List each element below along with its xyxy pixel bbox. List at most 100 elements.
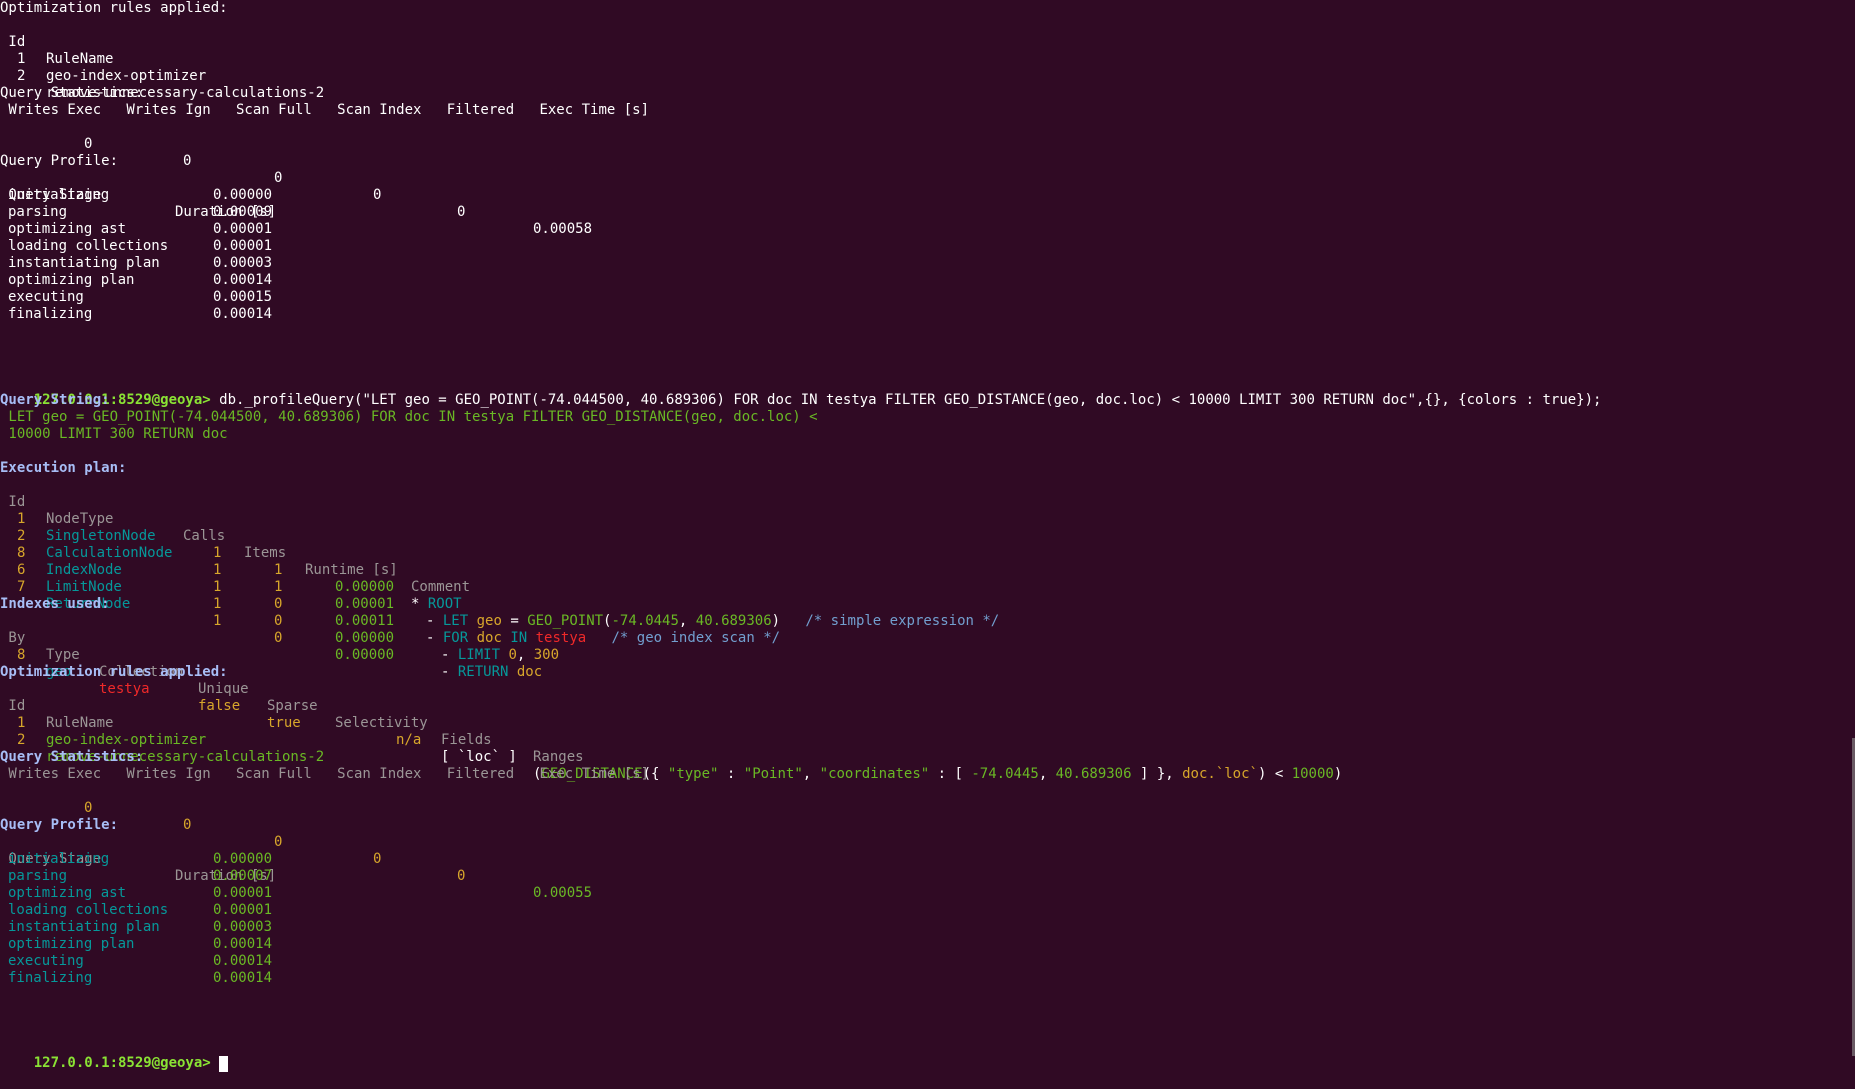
node-runtime: 0.00000 xyxy=(335,630,395,646)
exec-plan-header: Id NodeType Calls Items Runtime [s] Comm… xyxy=(0,477,470,595)
stage: loading collections xyxy=(8,238,169,254)
stage: loading collections xyxy=(8,902,169,918)
index-sparse: true xyxy=(267,715,301,731)
exec-plan-row: 6 LimitNode 1 0 0.00000 - LIMIT 0, 300 xyxy=(0,545,559,663)
node-comment: * ROOT xyxy=(411,596,462,612)
stage: parsing xyxy=(8,868,68,884)
node-items: 1 xyxy=(274,562,283,578)
node-comment: - LET geo = GEO_POINT(-74.0445, 40.68930… xyxy=(426,613,1000,629)
header-ranges: Ranges xyxy=(533,749,584,765)
header-calls: Calls xyxy=(183,528,226,544)
writes-ign-value: 0 xyxy=(183,817,192,833)
indexes-title: Indexes used: xyxy=(0,596,110,612)
exec-time-value: 0.00055 xyxy=(533,885,593,901)
opt-rules-header: Id RuleName xyxy=(0,17,113,67)
stats-title: Query Statistics: xyxy=(0,749,144,765)
filtered-value: 0 xyxy=(457,868,466,884)
scan-index-value: 0 xyxy=(373,851,382,867)
writes-exec-value: 0 xyxy=(84,800,93,816)
opt-rule-row: 1 geo-index-optimizer xyxy=(0,34,206,84)
terminal-window[interactable]: Optimization rules applied: Id RuleName … xyxy=(0,0,1855,1072)
header-runtime: Runtime [s] xyxy=(305,562,398,578)
stage: executing xyxy=(8,289,84,305)
stage: initializing xyxy=(8,851,110,867)
duration: 0.00014 xyxy=(213,272,273,288)
text-cursor[interactable] xyxy=(219,1056,229,1072)
node-items: 0 xyxy=(274,596,283,612)
node-type: SingletonNode xyxy=(46,528,156,544)
duration: 0.00007 xyxy=(213,868,273,884)
shell-prompt: 127.0.0.1:8529@geoya> xyxy=(33,1055,211,1071)
index-unique: false xyxy=(198,698,241,714)
node-runtime: 0.00001 xyxy=(335,596,395,612)
stage: optimizing plan xyxy=(8,936,135,952)
command-text[interactable]: db._profileQuery("LET geo = GEO_POINT(-7… xyxy=(211,392,1601,408)
opt-rule-row: 1 geo-index-optimizer xyxy=(0,698,206,748)
stage: optimizing ast xyxy=(8,885,127,901)
stage: optimizing plan xyxy=(8,272,135,288)
duration: 0.00003 xyxy=(213,919,273,935)
header-items: Items xyxy=(244,545,287,561)
node-calls: 1 xyxy=(213,579,222,595)
profile-header: Query Stage Duration [s] xyxy=(0,834,276,884)
node-calls: 1 xyxy=(213,613,222,629)
header-fields: Fields xyxy=(441,732,492,748)
duration: 0.00001 xyxy=(213,885,273,901)
command-line[interactable]: 127.0.0.1:8529@geoya> db._profileQuery("… xyxy=(0,375,1602,408)
node-calls: 1 xyxy=(213,545,222,561)
rule-id: 2 xyxy=(17,68,26,84)
node-items: 1 xyxy=(274,579,283,595)
rule-id: 2 xyxy=(17,732,26,748)
duration: 0.00001 xyxy=(213,902,273,918)
stats-values: 0 0 0 0 0 0.00055 xyxy=(0,783,592,901)
writes-ign-value: 0 xyxy=(183,153,192,169)
stage: finalizing xyxy=(8,970,93,986)
writes-exec-value: 0 xyxy=(84,136,93,152)
stats-header: Writes Exec Writes Ign Scan Full Scan In… xyxy=(0,766,650,782)
duration: 0.00014 xyxy=(213,936,273,952)
final-prompt-line[interactable]: 127.0.0.1:8529@geoya> xyxy=(0,1038,229,1072)
rule-name: geo-index-optimizer xyxy=(46,732,207,748)
opt-rule-row: 2 remove-unnecessary-calculations-2 xyxy=(0,715,324,765)
node-items: 0 xyxy=(274,613,283,629)
duration: 0.00014 xyxy=(213,306,273,322)
scan-full-value: 0 xyxy=(274,170,283,186)
exec-plan-row: 1 SingletonNode 1 1 0.00000 * ROOT xyxy=(0,494,462,612)
exec-plan-row: 2 CalculationNode 1 1 0.00001 - LET geo … xyxy=(0,511,999,629)
index-row: 8 geo testya false true n/a [ `loc` ] (G… xyxy=(0,630,1342,782)
stage: finalizing xyxy=(8,306,93,322)
index-ranges: (GEO_DISTANCE({ "type" : "Point", "coord… xyxy=(533,766,1343,782)
opt-rule-row: 2 remove-unnecessary-calculations-2 xyxy=(0,51,324,101)
node-type: LimitNode xyxy=(46,579,122,595)
header-unique: Unique xyxy=(198,681,249,697)
node-id: 7 xyxy=(17,579,26,595)
stats-title: Query Statistics: xyxy=(0,85,144,101)
node-runtime: 0.00011 xyxy=(335,613,395,629)
profile-title: Query Profile: xyxy=(0,817,119,833)
query-string-line: LET geo = GEO_POINT(-74.044500, 40.68930… xyxy=(0,409,818,425)
node-type: IndexNode xyxy=(46,562,122,578)
node-type: CalculationNode xyxy=(46,545,173,561)
node-calls: 1 xyxy=(213,596,222,612)
header-selectivity: Selectivity xyxy=(335,715,428,731)
index-selectivity: n/a xyxy=(396,732,422,748)
duration: 0.00001 xyxy=(213,238,273,254)
node-runtime: 0.00000 xyxy=(335,647,395,663)
duration: 0.00001 xyxy=(213,221,273,237)
duration: 0.00015 xyxy=(213,289,273,305)
stats-values: 0 0 0 0 0 0.00058 xyxy=(0,119,592,237)
query-string-title: Query String: xyxy=(0,392,110,408)
scan-full-value: 0 xyxy=(274,834,283,850)
index-collection: testya xyxy=(99,681,150,697)
duration: 0.00009 xyxy=(213,204,273,220)
stage: initializing xyxy=(8,187,110,203)
stage: executing xyxy=(8,953,84,969)
node-comment: - FOR doc IN testya /* geo index scan */ xyxy=(426,630,781,646)
duration: 0.00014 xyxy=(213,970,273,986)
profile-header: Query Stage Duration [s] xyxy=(0,170,276,220)
stage: optimizing ast xyxy=(8,221,127,237)
exec-plan-title: Execution plan: xyxy=(0,460,127,476)
duration: 0.00003 xyxy=(213,255,273,271)
query-string-line: 10000 LIMIT 300 RETURN doc xyxy=(0,426,228,442)
index-fields: [ `loc` ] xyxy=(441,749,517,765)
